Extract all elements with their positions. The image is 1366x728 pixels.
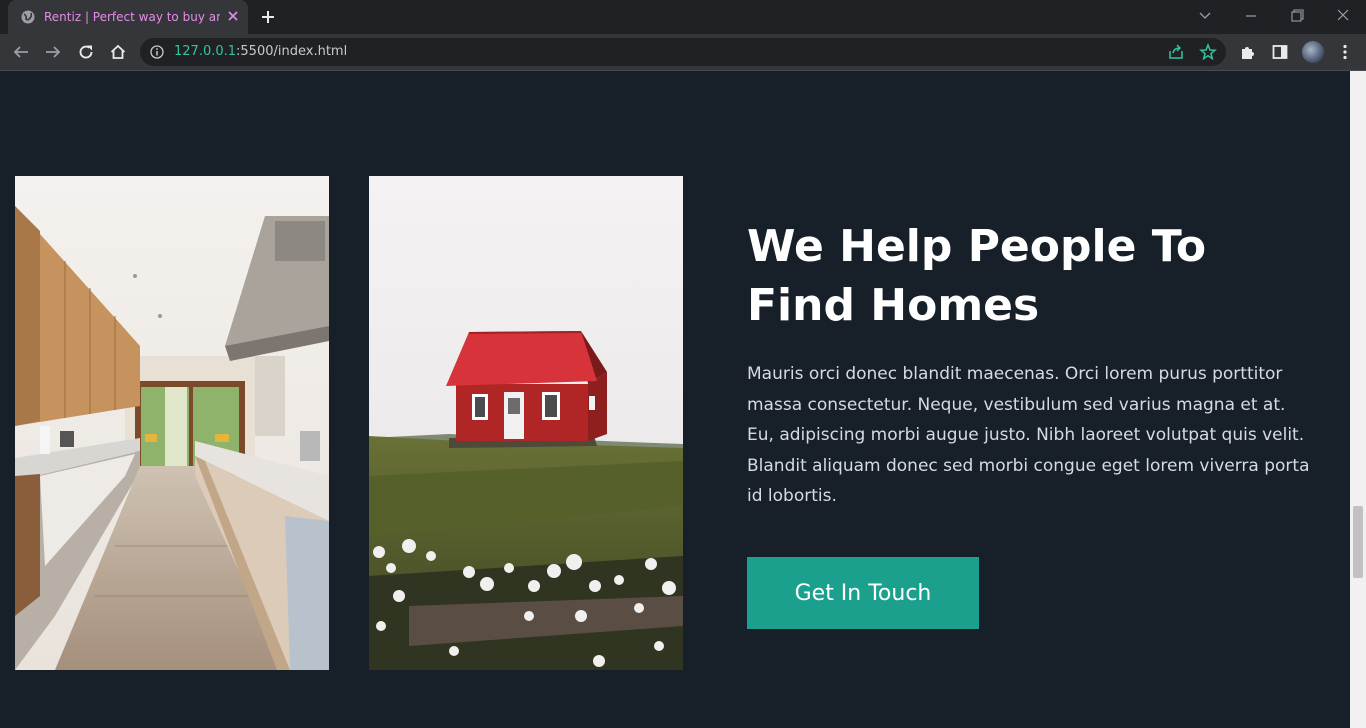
globe-icon xyxy=(21,10,35,24)
url-host: 127.0.0.1 xyxy=(174,44,237,59)
close-icon[interactable] xyxy=(226,9,240,23)
browser-tab[interactable]: Rentiz | Perfect way to buy and sell xyxy=(8,0,248,34)
heading-line-1: We Help People To xyxy=(747,221,1207,272)
section-paragraph: Mauris orci donec blandit maecenas. Orci… xyxy=(747,364,1310,506)
page-scrollbar[interactable] xyxy=(1350,71,1366,728)
address-bar[interactable]: 127.0.0.1:5500/index.html xyxy=(140,38,1226,66)
minimize-icon[interactable] xyxy=(1240,6,1262,26)
info-icon[interactable] xyxy=(150,45,164,59)
star-icon[interactable] xyxy=(1199,42,1217,61)
puzzle-icon[interactable] xyxy=(1239,43,1257,61)
side-panel-icon[interactable] xyxy=(1271,43,1289,61)
kebab-menu-icon[interactable] xyxy=(1336,43,1354,61)
back-arrow-icon[interactable] xyxy=(12,43,30,61)
profile-avatar[interactable] xyxy=(1302,41,1324,63)
forward-arrow-icon[interactable] xyxy=(44,43,62,61)
home-icon[interactable] xyxy=(109,43,127,61)
share-icon[interactable] xyxy=(1167,43,1185,61)
window-close-icon[interactable] xyxy=(1332,6,1354,26)
heading-line-2: Find Homes xyxy=(747,280,1040,331)
page-viewport: We Help People To Find Homes Mauris orci… xyxy=(0,71,1350,728)
kitchen-photo xyxy=(15,176,329,670)
get-in-touch-button[interactable]: Get In Touch xyxy=(747,557,979,629)
reload-icon[interactable] xyxy=(77,43,95,61)
plus-icon[interactable] xyxy=(260,9,276,25)
tab-title: Rentiz | Perfect way to buy and sell xyxy=(44,10,220,24)
url-text[interactable]: 127.0.0.1:5500/index.html xyxy=(174,44,347,59)
tab-strip: Rentiz | Perfect way to buy and sell xyxy=(0,0,1366,34)
house-photo xyxy=(369,176,683,670)
scrollbar-thumb[interactable] xyxy=(1353,506,1363,578)
browser-toolbar: 127.0.0.1:5500/index.html xyxy=(0,34,1366,70)
restore-icon[interactable] xyxy=(1286,6,1308,26)
section-heading: We Help People To Find Homes xyxy=(747,217,1307,335)
url-path: :5500/index.html xyxy=(236,44,348,59)
tab-search-icon[interactable] xyxy=(1194,6,1216,26)
